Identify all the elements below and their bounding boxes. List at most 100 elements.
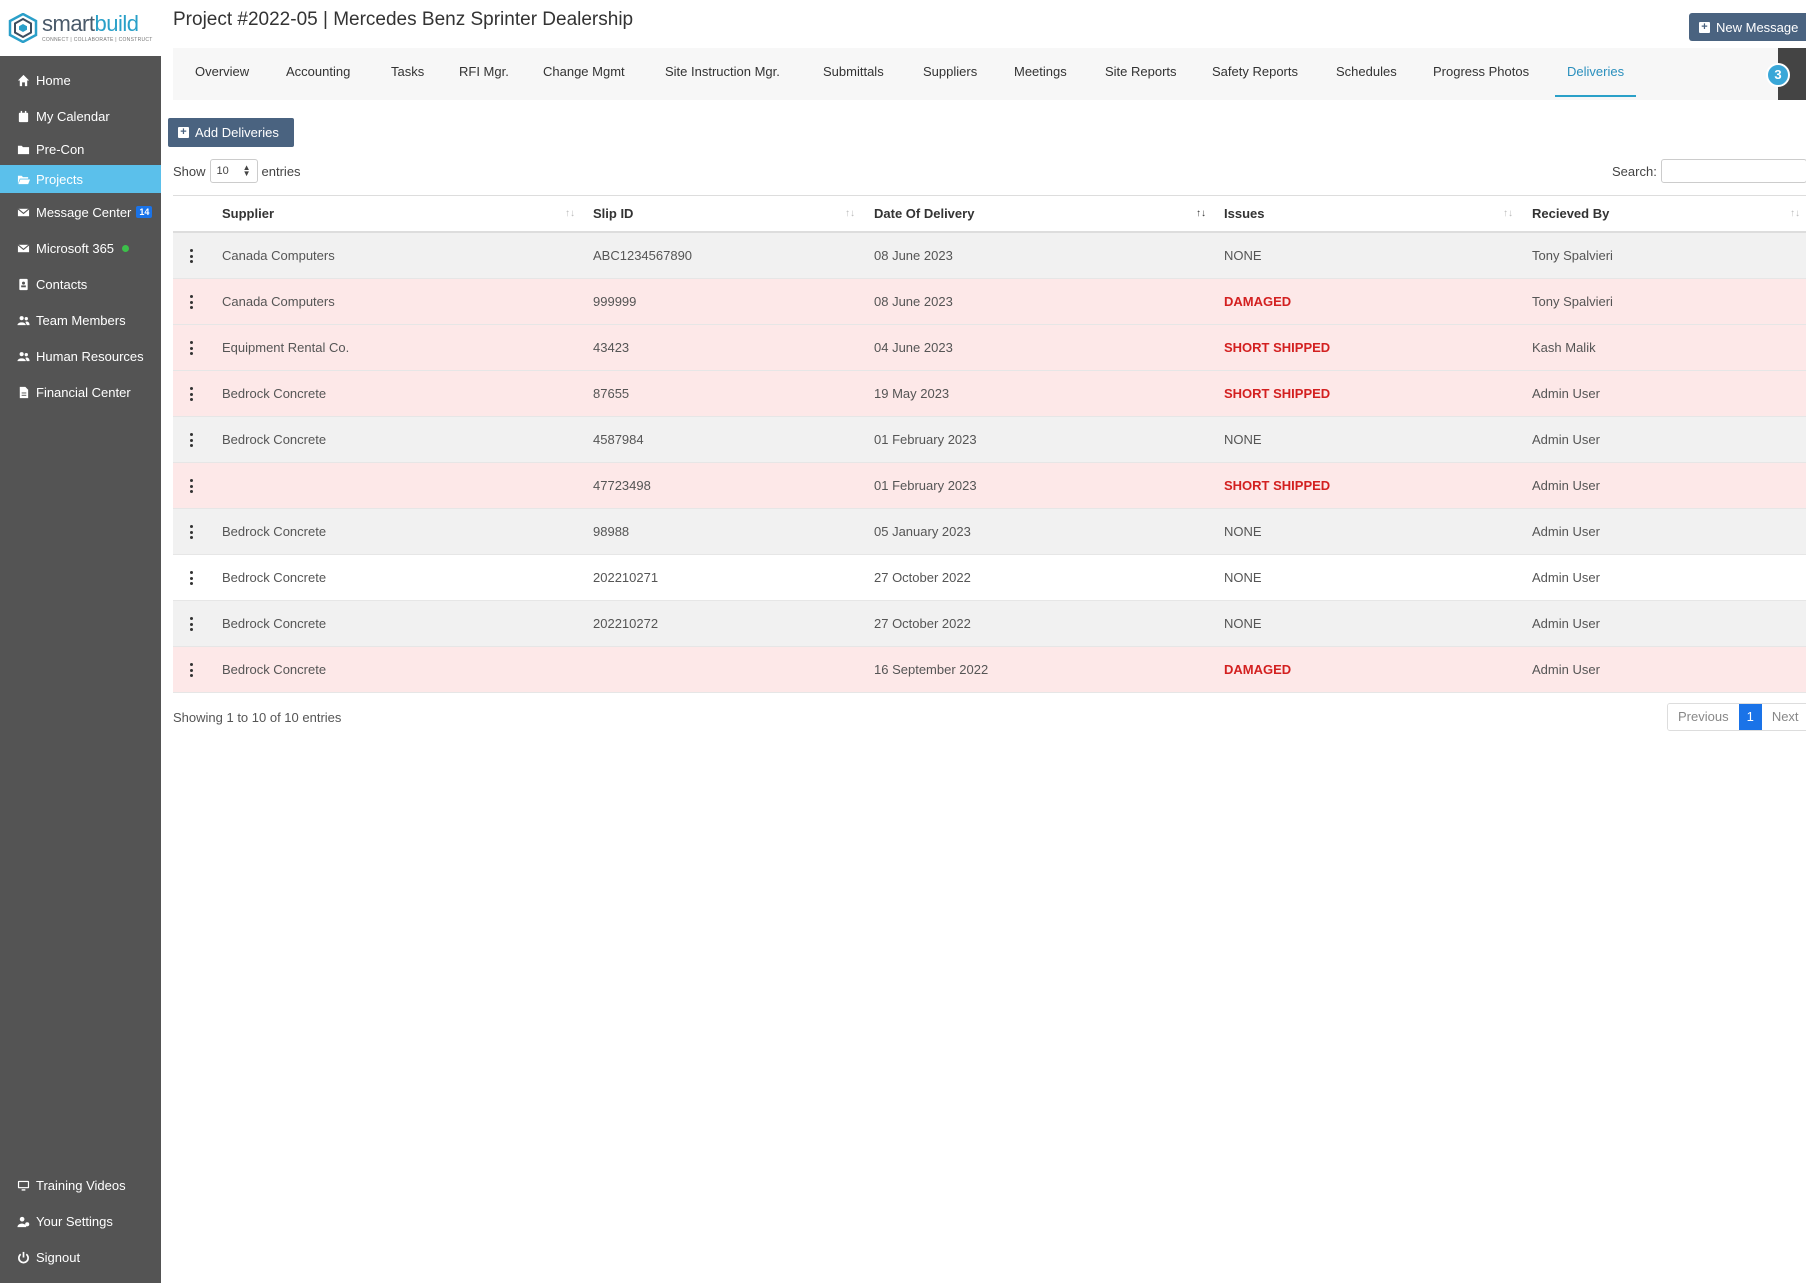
logo-mark-icon [8, 13, 38, 43]
tab-submittals[interactable]: Submittals [823, 48, 884, 100]
sort-icon[interactable]: ↑↓ [1503, 196, 1513, 232]
column-header-date-of-delivery[interactable]: Date Of Delivery [874, 196, 974, 232]
cell-slip-id: 4587984 [593, 432, 644, 447]
tab-site-instruction-mgr[interactable]: Site Instruction Mgr. [665, 48, 780, 100]
page-button-current[interactable]: 1 [1738, 704, 1762, 730]
logo[interactable]: smartbuild CONNECT | COLLABORATE | CONST… [0, 0, 161, 56]
cell-supplier: Bedrock Concrete [222, 662, 327, 677]
row-actions-kebab-icon[interactable] [187, 616, 195, 632]
sidebar-item-training-videos[interactable]: Training Videos [0, 1171, 161, 1199]
cell-slip-id: 47723498 [593, 478, 651, 493]
tab-accounting[interactable]: Accounting [286, 48, 350, 100]
sidebar-item-contacts[interactable]: Contacts [0, 270, 161, 298]
row-actions-kebab-icon[interactable] [187, 478, 195, 494]
sidebar-item-home[interactable]: Home [0, 66, 161, 94]
table-row[interactable]: Canada Computers 999999 08 June 2023 DAMAGE… [173, 279, 1806, 325]
row-actions-kebab-icon[interactable] [187, 386, 195, 402]
sort-icon[interactable]: ↑↓ [845, 196, 855, 232]
sort-icon[interactable]: ↑↓ [1790, 196, 1800, 232]
next-page-button[interactable]: Next [1761, 704, 1806, 730]
table-row[interactable]: Bedrock Concrete 98988 05 January 2023 NONE… [173, 509, 1806, 555]
row-actions-kebab-icon[interactable] [187, 340, 195, 356]
cell-date: 04 June 2023 [874, 340, 953, 355]
sort-icon[interactable]: ↑↓ [565, 196, 575, 232]
sidebar-item-projects[interactable]: Projects [0, 165, 161, 193]
previous-page-button[interactable]: Previous [1668, 704, 1739, 730]
table-row[interactable]: Bedrock Concrete 16 September 2022 DAMAGED… [173, 647, 1806, 693]
table-row[interactable]: Bedrock Concrete 87655 19 May 2023 SHORT SH… [173, 371, 1806, 417]
cell-slip-id: 98988 [593, 524, 630, 539]
sidebar-item-financial-center[interactable]: Financial Center [0, 378, 161, 406]
sidebar-item-your-settings[interactable]: Your Settings [0, 1207, 161, 1235]
new-message-button[interactable]: + New Message [1689, 13, 1806, 41]
new-message-label: New Message [1716, 19, 1799, 35]
users-icon [16, 349, 30, 363]
sidebar-item-team-members[interactable]: Team Members [0, 306, 161, 334]
table-row[interactable]: Bedrock Concrete 202210271 27 October 2022… [173, 555, 1806, 601]
row-actions-kebab-icon[interactable] [187, 524, 195, 540]
folder-open-icon [16, 172, 30, 186]
column-header-supplier[interactable]: Supplier [222, 196, 274, 232]
tab-tasks[interactable]: Tasks [391, 48, 424, 100]
add-deliveries-button[interactable]: + Add Deliveries [168, 118, 294, 147]
cell-received-by: Admin User [1532, 386, 1600, 401]
cell-issues: SHORT SHIPPED [1224, 478, 1331, 493]
tab-rfi-mgr[interactable]: RFI Mgr. [459, 48, 509, 100]
notification-badge[interactable]: 3 [1766, 63, 1790, 87]
plus-square-icon: + [178, 127, 189, 138]
table-row[interactable]: Equipment Rental Co. 43423 04 June 2023 SHO… [173, 325, 1806, 371]
sidebar-item-label: Signout [36, 1249, 81, 1265]
table-row[interactable]: 47723498 01 February 2023 SHORT SHIPPED Adm… [173, 463, 1806, 509]
tab-meetings[interactable]: Meetings [1014, 48, 1067, 100]
sidebar-item-label: Your Settings [36, 1213, 113, 1229]
cell-received-by: Tony Spalvieri [1532, 294, 1613, 309]
cell-issues: DAMAGED [1224, 294, 1292, 309]
monitor-icon [16, 1178, 30, 1192]
cell-received-by: Tony Spalvieri [1532, 248, 1613, 263]
tab-progress-photos[interactable]: Progress Photos [1433, 48, 1529, 100]
row-actions-kebab-icon[interactable] [187, 432, 195, 448]
column-header-issues[interactable]: Issues [1224, 196, 1264, 232]
user-gear-icon [16, 1214, 30, 1228]
tab-suppliers[interactable]: Suppliers [923, 48, 977, 100]
row-actions-kebab-icon[interactable] [187, 662, 195, 678]
row-actions-kebab-icon[interactable] [187, 570, 195, 586]
row-actions-kebab-icon[interactable] [187, 248, 195, 264]
row-actions-kebab-icon[interactable] [187, 294, 195, 310]
sidebar-item-my-calendar[interactable]: My Calendar [0, 102, 161, 130]
tab-change-mgmt[interactable]: Change Mgmt [543, 48, 625, 100]
column-header-recieved-by[interactable]: Recieved By [1532, 196, 1609, 232]
sidebar-item-message-center[interactable]: Message Center 14 [0, 198, 161, 226]
table-row[interactable]: Canada Computers ABC1234567890 08 June 202… [173, 233, 1806, 279]
tab-safety-reports[interactable]: Safety Reports [1212, 48, 1298, 100]
logo-tagline: CONNECT | COLLABORATE | CONSTRUCT [42, 37, 153, 43]
table-row[interactable]: Bedrock Concrete 202210272 27 October 2022… [173, 601, 1806, 647]
sidebar-item-signout[interactable]: Signout [0, 1243, 161, 1271]
cell-supplier: Bedrock Concrete [222, 432, 327, 447]
sidebar-item-label: Training Videos [36, 1177, 126, 1193]
table-row[interactable]: Bedrock Concrete 4587984 01 February 2023 N… [173, 417, 1806, 463]
cell-issues: NONE [1224, 616, 1262, 631]
status-online-indicator [122, 244, 130, 252]
tab-site-reports[interactable]: Site Reports [1105, 48, 1177, 100]
tab-schedules[interactable]: Schedules [1336, 48, 1397, 100]
sidebar-item-label: Financial Center [36, 384, 131, 400]
address-book-icon [16, 277, 30, 291]
tab-overview[interactable]: Overview [195, 48, 249, 100]
sidebar: smartbuild CONNECT | COLLABORATE | CONST… [0, 0, 161, 1283]
cell-supplier: Bedrock Concrete [222, 570, 327, 585]
sidebar-item-microsoft-365[interactable]: Microsoft 365 [0, 234, 161, 262]
search-input[interactable] [1660, 159, 1806, 183]
entries-select[interactable]: 10 ▲ ▼ [209, 159, 258, 183]
tab-deliveries[interactable]: Deliveries [1554, 48, 1637, 100]
users-icon [16, 313, 30, 327]
sidebar-item-human-resources[interactable]: Human Resources [0, 342, 161, 370]
column-header-slip-id[interactable]: Slip ID [593, 196, 633, 232]
cell-received-by: Admin User [1532, 570, 1600, 585]
sidebar-item-label: Contacts [36, 276, 88, 292]
cell-date: 01 February 2023 [874, 432, 977, 447]
cell-issues: NONE [1224, 248, 1262, 263]
sidebar-item-pre-con[interactable]: Pre-Con [0, 135, 161, 163]
sort-icon[interactable]: ↑↓ [1196, 196, 1206, 232]
project-tabs: Overview Accounting Tasks RFI Mgr. Change Mg… [173, 48, 1806, 100]
